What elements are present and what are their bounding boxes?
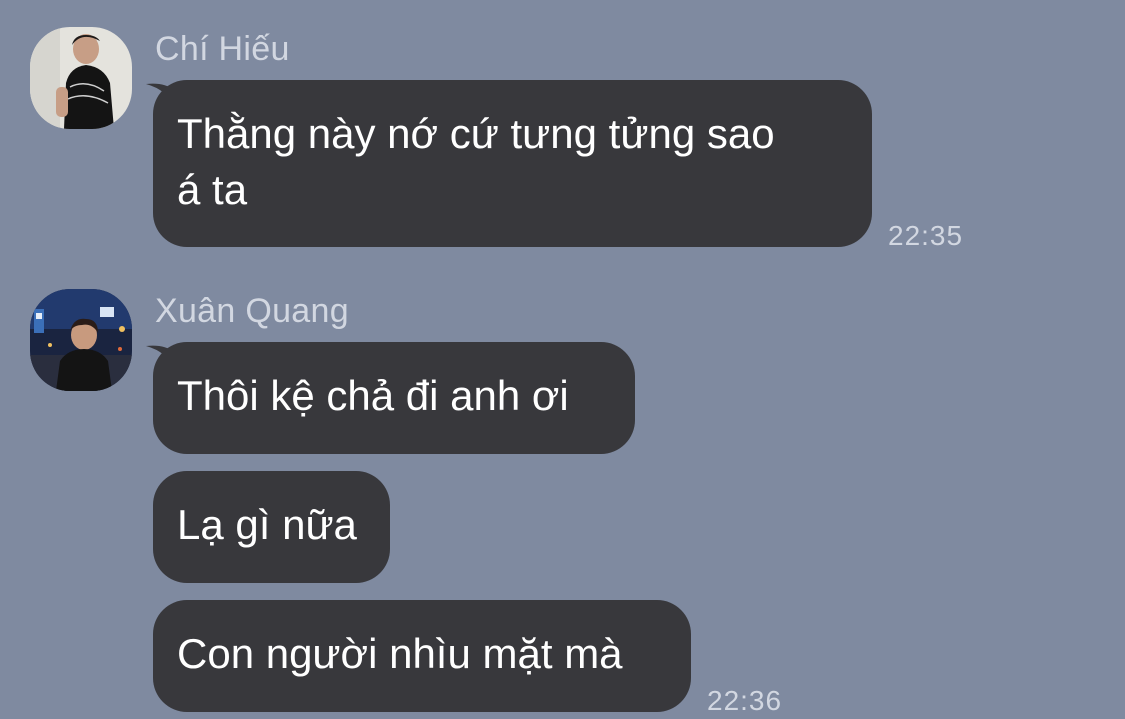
message-text: Lạ gì nữa	[177, 501, 357, 548]
message-text: á ta	[177, 166, 248, 213]
message-bubble[interactable]: Lạ gì nữa	[153, 471, 390, 583]
message-bubble[interactable]: Thằng này nớ cứ tưng tửng sao á ta	[153, 80, 872, 247]
message-bubble[interactable]: Con người nhìu mặt mà	[153, 600, 691, 712]
user-avatar-icon	[30, 289, 132, 391]
sender-name: Xuân Quang	[155, 292, 349, 330]
message-timestamp: 22:36	[707, 685, 783, 716]
message-bubble[interactable]: Thôi kệ chả đi anh ơi	[153, 342, 635, 454]
message-text: Thằng này nớ cứ tưng tửng sao	[177, 110, 775, 157]
avatar-chi-hieu[interactable]	[30, 27, 132, 129]
message-text: Con người nhìu mặt mà	[177, 630, 623, 677]
message-text: Thôi kệ chả đi anh ơi	[177, 372, 569, 419]
message-timestamp: 22:35	[888, 220, 964, 251]
user-avatar-icon	[30, 27, 132, 129]
sender-name: Chí Hiếu	[155, 30, 290, 68]
avatar-xuan-quang[interactable]	[30, 289, 132, 391]
